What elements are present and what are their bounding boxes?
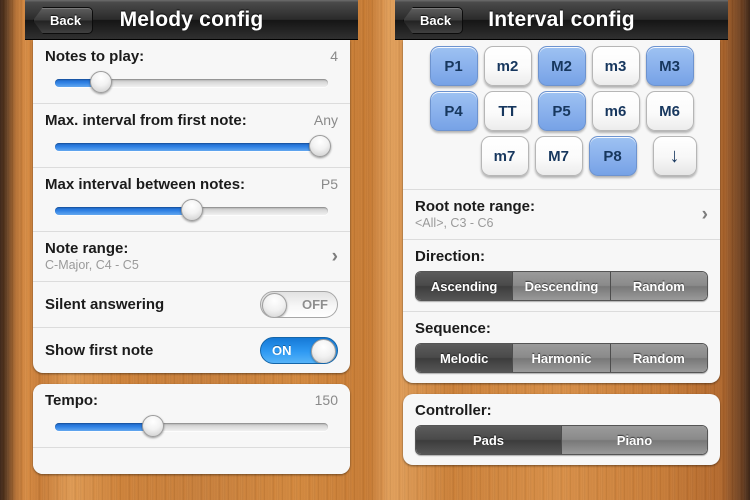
interval-settings-card: P1 m2 M2 m3 M3 P4 TT P5 m6 M6 m7 M7 P8 ↓…	[403, 40, 720, 383]
silent-answering-state: OFF	[302, 297, 328, 312]
slider-thumb[interactable]	[90, 71, 113, 93]
row-controller: Controller: Pads Piano	[403, 394, 720, 465]
slider-fill	[55, 207, 192, 215]
show-first-note-toggle[interactable]: ON	[260, 337, 338, 364]
tempo-slider[interactable]	[55, 415, 328, 437]
interval-pad-M6[interactable]: M6	[645, 91, 694, 131]
tempo-label: Tempo:	[45, 392, 99, 409]
root-note-range-sub: <All>, C3 - C6	[415, 216, 494, 230]
melody-settings-card: Notes to play: 4 Max. interval from firs…	[33, 40, 350, 373]
pad-row-3: m7 M7 P8 ↓	[407, 136, 716, 176]
pad-row-1: P1 m2 M2 m3 M3	[407, 46, 716, 86]
back-button-label: Back	[420, 13, 452, 28]
interval-pad-m6[interactable]: m6	[591, 91, 640, 131]
pad-row-2: P4 TT P5 m6 M6	[407, 91, 716, 131]
slider-fill	[55, 143, 320, 151]
slider-thumb[interactable]	[308, 135, 331, 157]
back-button-melody[interactable]: Back	[33, 7, 94, 34]
show-first-note-state: ON	[272, 343, 292, 358]
root-note-range-label: Root note range:	[415, 198, 535, 215]
direction-option-random[interactable]: Random	[610, 272, 707, 300]
page-title-melody: Melody config	[119, 7, 264, 31]
tempo-card: Tempo: 150	[33, 384, 350, 474]
controller-option-pads[interactable]: Pads	[416, 426, 562, 454]
silent-answering-label: Silent answering	[45, 296, 165, 313]
row-max-interval-from-first-note[interactable]: Max. interval from first note: Any	[33, 104, 350, 168]
toggle-knob	[262, 293, 287, 317]
interval-pad-m3[interactable]: m3	[591, 46, 640, 86]
controller-option-piano[interactable]: Piano	[562, 426, 707, 454]
controller-card: Controller: Pads Piano	[403, 394, 720, 465]
notes-to-play-value: 4	[330, 48, 338, 64]
row-note-range[interactable]: Note range: C-Major, C4 - C5 ›	[33, 232, 350, 282]
interval-pad-p1[interactable]: P1	[429, 46, 478, 86]
interval-content: P1 m2 M2 m3 M3 P4 TT P5 m6 M6 m7 M7 P8 ↓…	[395, 40, 728, 500]
interval-pad-M3[interactable]: M3	[645, 46, 694, 86]
sequence-option-harmonic[interactable]: Harmonic	[513, 344, 611, 372]
interval-pad-m2[interactable]: m2	[483, 46, 532, 86]
max-interval-between-label: Max interval between notes:	[45, 176, 246, 193]
interval-pad-m7[interactable]: m7	[480, 136, 529, 176]
direction-segmented-control[interactable]: Ascending Descending Random	[415, 271, 708, 301]
row-tempo-next[interactable]	[33, 448, 350, 474]
interval-pad-M7[interactable]: M7	[534, 136, 583, 176]
max-interval-first-slider[interactable]	[55, 135, 331, 157]
row-notes-to-play[interactable]: Notes to play: 4	[33, 40, 350, 104]
sequence-option-random[interactable]: Random	[610, 344, 707, 372]
interval-pad-p8[interactable]: P8	[588, 136, 637, 176]
direction-option-descending[interactable]: Descending	[513, 272, 611, 300]
max-interval-first-value: Any	[313, 112, 338, 128]
interval-pad-M2[interactable]: M2	[537, 46, 586, 86]
row-tempo[interactable]: Tempo: 150	[33, 384, 350, 448]
note-range-sub: C-Major, C4 - C5	[45, 258, 139, 272]
note-range-label: Note range:	[45, 240, 129, 257]
max-interval-first-label: Max. interval from first note:	[45, 112, 247, 129]
direction-option-ascending[interactable]: Ascending	[416, 272, 514, 300]
interval-pad-p4[interactable]: P4	[429, 91, 478, 131]
max-interval-between-value: P5	[320, 176, 338, 192]
row-max-interval-between-notes[interactable]: Max interval between notes: P5	[33, 168, 350, 232]
notes-to-play-slider[interactable]	[55, 71, 328, 93]
row-sequence: Sequence: Melodic Harmonic Random	[403, 312, 720, 383]
chevron-right-icon: ›	[701, 203, 708, 225]
interval-pad-tt[interactable]: TT	[483, 91, 532, 131]
controller-label: Controller:	[415, 402, 492, 419]
row-show-first-note[interactable]: Show first note ON	[33, 328, 350, 373]
tempo-value: 150	[314, 392, 338, 408]
sequence-label: Sequence:	[415, 320, 491, 337]
row-root-note-range[interactable]: Root note range: <All>, C3 - C6 ›	[403, 189, 720, 240]
interval-pad-p5[interactable]: P5	[537, 91, 586, 131]
navbar-interval: Back Interval config	[395, 0, 728, 40]
chevron-right-icon: ›	[331, 245, 338, 267]
back-button-label: Back	[50, 13, 82, 28]
page-title-interval: Interval config	[488, 7, 635, 31]
show-first-note-label: Show first note	[45, 342, 154, 359]
notes-to-play-label: Notes to play:	[45, 48, 145, 65]
toggle-knob	[311, 339, 336, 363]
direction-label: Direction:	[415, 248, 486, 265]
row-direction: Direction: Ascending Descending Random	[403, 240, 720, 312]
row-silent-answering[interactable]: Silent answering OFF	[33, 282, 350, 328]
navbar-melody: Back Melody config	[25, 0, 358, 40]
interval-pad-grid: P1 m2 M2 m3 M3 P4 TT P5 m6 M6 m7 M7 P8 ↓	[403, 40, 720, 189]
interval-config-screen: Back Interval config P1 m2 M2 m3 M3 P4 T…	[395, 0, 728, 500]
melody-config-screen: Back Melody config Notes to play: 4 Max.…	[25, 0, 358, 500]
controller-segmented-control[interactable]: Pads Piano	[415, 425, 708, 455]
back-button-interval[interactable]: Back	[403, 7, 464, 34]
melody-content: Notes to play: 4 Max. interval from firs…	[25, 40, 358, 500]
arrow-down-icon[interactable]: ↓	[652, 136, 697, 176]
max-interval-between-slider[interactable]	[55, 199, 328, 221]
slider-fill	[55, 423, 154, 431]
silent-answering-toggle[interactable]: OFF	[260, 291, 338, 318]
slider-thumb[interactable]	[180, 199, 203, 221]
slider-thumb[interactable]	[142, 415, 165, 437]
sequence-option-melodic[interactable]: Melodic	[416, 344, 514, 372]
sequence-segmented-control[interactable]: Melodic Harmonic Random	[415, 343, 708, 373]
